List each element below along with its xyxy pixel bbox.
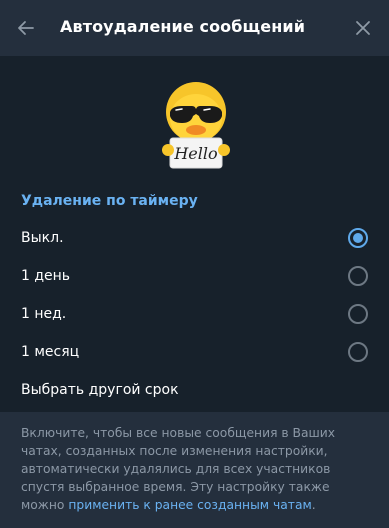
footer-description: Включите, чтобы все новые сообщения в Ва… [0, 412, 389, 528]
close-icon [356, 21, 370, 35]
radio[interactable] [348, 304, 368, 324]
section-title: Удаление по таймеру [21, 193, 198, 209]
arrow-left-icon [18, 21, 34, 35]
sticker-text: Hello [173, 144, 217, 163]
dialog-title: Автоудаление сообщений [60, 17, 306, 36]
back-button[interactable] [12, 14, 40, 42]
option-1-month[interactable]: 1 месяц [0, 333, 389, 371]
dialog-header: Автоудаление сообщений [0, 0, 389, 56]
option-custom-period[interactable]: Выбрать другой срок [0, 371, 389, 409]
option-label: Выбрать другой срок [21, 382, 179, 398]
close-button[interactable] [349, 14, 377, 42]
option-off[interactable]: Выкл. [0, 219, 389, 257]
option-label: 1 день [21, 268, 71, 284]
option-label: 1 нед. [21, 306, 67, 322]
settings-panel: Hello Удаление по таймеру Выкл. 1 день 1… [0, 56, 389, 412]
radio[interactable] [348, 266, 368, 286]
option-1-day[interactable]: 1 день [0, 257, 389, 295]
option-1-week[interactable]: 1 нед. [0, 295, 389, 333]
apply-to-existing-chats-link[interactable]: применить к ранее созданным чатам [68, 498, 311, 512]
option-label: Выкл. [21, 230, 64, 246]
radio[interactable] [348, 342, 368, 362]
radio-checked[interactable] [348, 228, 368, 248]
option-label: 1 месяц [21, 344, 80, 360]
footer-tail: . [311, 498, 316, 512]
duck-sticker-icon: Hello [162, 82, 230, 169]
